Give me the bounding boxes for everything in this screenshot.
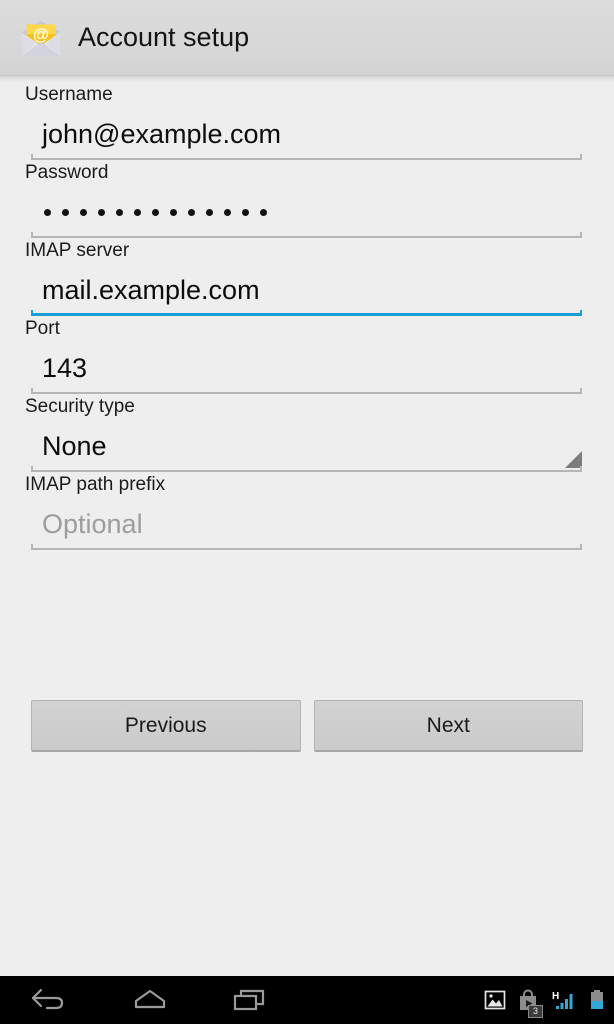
label-port: Port bbox=[25, 318, 60, 339]
battery-icon bbox=[591, 990, 603, 1009]
next-button[interactable]: Next bbox=[313, 700, 583, 752]
account-setup-form: Username john@example.com Password IMAP … bbox=[0, 82, 614, 550]
input-username[interactable]: john@example.com bbox=[31, 108, 582, 160]
back-icon bbox=[31, 988, 64, 1010]
label-imap-path-prefix: IMAP path prefix bbox=[25, 474, 166, 495]
system-navigation-bar: 3 H bbox=[0, 976, 614, 1024]
input-imap-server[interactable]: mail.example.com bbox=[31, 264, 582, 316]
field-password: Password bbox=[0, 160, 614, 238]
value-port: 143 bbox=[42, 353, 88, 383]
field-port: Port 143 bbox=[0, 316, 614, 394]
password-dot bbox=[98, 208, 105, 216]
status-icons-tray: 3 H bbox=[483, 976, 606, 1024]
field-imap-server: IMAP server mail.example.com bbox=[0, 238, 614, 316]
password-dot bbox=[44, 208, 51, 216]
password-dot bbox=[62, 208, 69, 216]
value-password-masked bbox=[31, 208, 267, 216]
battery-status-icon bbox=[588, 988, 606, 1012]
value-security-type: None bbox=[42, 431, 107, 461]
value-username: john@example.com bbox=[42, 119, 282, 149]
field-imap-path-prefix: IMAP path prefix Optional bbox=[0, 472, 614, 550]
password-dot bbox=[152, 208, 159, 216]
home-icon bbox=[134, 989, 166, 1009]
password-dot bbox=[170, 208, 177, 216]
label-imap-server: IMAP server bbox=[25, 240, 130, 261]
placeholder-imap-path-prefix: Optional bbox=[42, 509, 143, 539]
signal-status-icon: H bbox=[549, 988, 579, 1012]
screenshot-status-icon bbox=[483, 988, 507, 1012]
password-dot bbox=[260, 208, 267, 216]
input-password[interactable] bbox=[31, 186, 582, 238]
page-title: Account setup bbox=[78, 22, 250, 52]
spinner-security-type[interactable]: None bbox=[31, 420, 582, 472]
network-type-label: H bbox=[552, 991, 559, 1002]
android-screen: @ Account setup Username john@example.co… bbox=[0, 0, 614, 1024]
home-button[interactable] bbox=[100, 976, 200, 1024]
email-app-icon: @ bbox=[21, 20, 61, 56]
input-imap-path-prefix[interactable]: Optional bbox=[31, 498, 582, 550]
password-dot bbox=[242, 208, 249, 216]
value-imap-server: mail.example.com bbox=[42, 275, 260, 305]
recents-icon bbox=[233, 989, 265, 1011]
form-actions: Previous Next bbox=[0, 700, 614, 752]
underline-imap-path-prefix bbox=[31, 544, 582, 550]
previous-button[interactable]: Previous bbox=[31, 700, 301, 752]
password-dot bbox=[134, 208, 141, 216]
label-username: Username bbox=[25, 84, 113, 105]
recents-button[interactable] bbox=[200, 976, 300, 1024]
action-bar: @ Account setup bbox=[0, 0, 614, 76]
password-dot bbox=[206, 208, 213, 216]
password-dot bbox=[116, 208, 123, 216]
play-store-badge: 3 bbox=[528, 1005, 543, 1018]
label-password: Password bbox=[25, 162, 109, 183]
image-icon bbox=[484, 990, 506, 1010]
password-dot bbox=[224, 208, 231, 216]
password-dot bbox=[188, 208, 195, 216]
back-button[interactable] bbox=[0, 976, 100, 1024]
password-dot bbox=[80, 208, 87, 216]
signal-bars-icon: H bbox=[552, 991, 573, 1009]
svg-text:@: @ bbox=[33, 25, 49, 43]
field-username: Username john@example.com bbox=[0, 82, 614, 160]
field-security-type: Security type None bbox=[0, 394, 614, 472]
input-port[interactable]: 143 bbox=[31, 342, 582, 394]
label-security-type: Security type bbox=[25, 396, 135, 417]
play-store-status-icon: 3 bbox=[516, 988, 543, 1018]
